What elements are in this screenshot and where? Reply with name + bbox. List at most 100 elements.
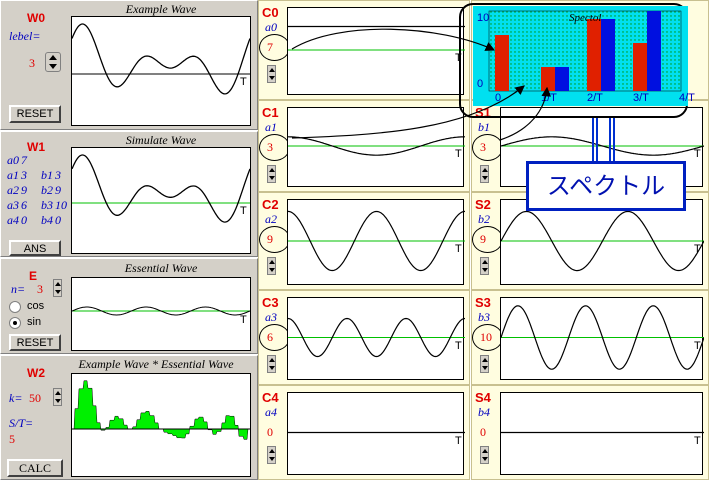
c1-panel: C1 a1 3 T — [258, 100, 470, 192]
coeff-a-label: a3 — [7, 198, 19, 212]
spectrum-bar-b — [647, 11, 661, 91]
component-plot: T — [287, 199, 465, 285]
plot-t-label: T — [455, 339, 462, 352]
c3-panel: C3 a3 6 T — [258, 290, 470, 385]
s4-panel: S4 b4 0 T — [471, 385, 709, 480]
component-spinner[interactable] — [267, 65, 276, 83]
spectrum-x-tick: 2/T — [587, 92, 603, 104]
e-t-label: T — [240, 314, 247, 326]
sin-radio[interactable] — [9, 317, 21, 329]
component-sub: b4 — [478, 405, 490, 419]
w2-calc-label: CALC — [18, 461, 51, 475]
w1-coeff-list: a0 7 a1 3 b1 3 a2 9 b2 9 a3 6 b3 10 a4 0 b4 0 — [7, 154, 69, 240]
component-title: C2 — [262, 197, 279, 212]
component-sub: b1 — [478, 120, 490, 134]
w2-k-spinner[interactable] — [53, 388, 62, 406]
component-sub: a0 — [265, 20, 277, 34]
sin-label: sin — [27, 316, 42, 328]
component-title: S4 — [475, 390, 491, 405]
spin-down-icon — [49, 64, 57, 69]
e-n-label: n= — [11, 282, 26, 296]
w1-t-label: T — [240, 205, 247, 217]
w2-panel: W2 k= 50 S/T= 5 CALC Example Wave * Esse… — [0, 355, 258, 480]
e-plot: T — [71, 277, 251, 351]
coeff-a-label: a4 — [7, 213, 19, 227]
component-sub: b3 — [478, 310, 490, 324]
cos-label: cos — [27, 300, 45, 312]
coeff-a-value: 7 — [21, 153, 27, 167]
value-highlight-oval — [472, 226, 503, 253]
component-title: C3 — [262, 295, 279, 310]
spectrum-plot: 0 10 0 1/T 2/T 3/T 4/T Spectol — [473, 6, 695, 106]
coeff-b-label: b4 — [41, 213, 53, 227]
component-spinner[interactable] — [267, 446, 276, 464]
value-highlight-oval — [259, 134, 290, 161]
plot-t-label: T — [455, 243, 462, 255]
w0-level-spinner[interactable] — [45, 52, 61, 72]
component-sub: a1 — [265, 120, 277, 134]
w2-st-value: 5 — [9, 432, 15, 446]
value-highlight-oval — [472, 134, 503, 161]
w1-title: W1 — [27, 140, 45, 154]
w2-st-label: S/T= — [9, 416, 34, 430]
w0-panel: W0 lebel= 3 RESET Example Wave T — [0, 0, 258, 130]
component-plot: T — [287, 7, 465, 95]
component-value: 0 — [267, 425, 273, 439]
plot-t-label: T — [694, 243, 701, 255]
coeff-b-label: b3 — [41, 198, 53, 212]
e-reset-button[interactable]: RESET — [9, 334, 61, 351]
plot-t-label: T — [694, 148, 701, 160]
spectrum-bar-a — [587, 19, 601, 91]
component-plot: T — [287, 107, 465, 187]
coeff-a-value: 6 — [21, 198, 27, 212]
spectrum-bar-a — [541, 67, 555, 91]
coeff-a-label: a2 — [7, 183, 19, 197]
plot-t-label: T — [694, 434, 701, 447]
component-plot: T — [500, 392, 704, 475]
component-spinner[interactable] — [480, 165, 489, 183]
spectrum-bar-a — [495, 35, 509, 91]
s3-panel: S3 b3 10 T — [471, 290, 709, 385]
spectrum-x-tick: 4/T — [679, 92, 695, 104]
w1-plot-title: Simulate Wave — [125, 133, 197, 147]
c4-panel: C4 a4 0 T — [258, 385, 470, 480]
component-plot: T — [500, 199, 704, 285]
component-sub: a3 — [265, 310, 277, 324]
component-spinner[interactable] — [267, 355, 276, 373]
spectrum-x-tick: 0 — [495, 92, 502, 104]
value-highlight-oval — [472, 324, 503, 351]
e-n-spinner[interactable] — [53, 279, 62, 297]
spectrum-y-tick: 10 — [477, 12, 490, 24]
spectrum-bar-a — [633, 43, 647, 91]
w1-ans-button[interactable]: ANS — [9, 240, 61, 256]
w1-plot: T — [71, 147, 251, 254]
component-title: S2 — [475, 197, 491, 212]
spectrum-x-tick: 1/T — [541, 92, 557, 104]
spectrum-bar-b — [555, 67, 569, 91]
coeff-b-label: b2 — [41, 183, 53, 197]
w0-title: W0 — [27, 11, 45, 25]
e-panel: E n= 3 cos sin RESET Essential Wave T — [0, 258, 258, 354]
component-spinner[interactable] — [267, 165, 276, 183]
component-spinner[interactable] — [267, 257, 276, 275]
w1-panel: W1 a0 7 a1 3 b1 3 a2 9 b2 9 a3 6 b3 10 a4 0 b4 0 ANS Simu… — [0, 131, 258, 257]
w0-reset-button[interactable]: RESET — [9, 105, 61, 123]
component-title: C4 — [262, 390, 279, 405]
component-plot: T — [287, 392, 465, 475]
spectrum-pointer-bar-2 — [609, 118, 615, 163]
w0-plot: T — [71, 16, 251, 126]
component-title: C0 — [262, 5, 279, 20]
cos-radio[interactable] — [9, 301, 21, 313]
e-n-value: 3 — [37, 282, 43, 296]
spectrum-pointer-bar-1 — [592, 118, 598, 163]
w2-calc-button[interactable]: CALC — [7, 459, 63, 477]
component-spinner[interactable] — [480, 355, 489, 373]
e-plot-title: Essential Wave — [124, 261, 198, 275]
component-spinner[interactable] — [480, 257, 489, 275]
component-spinner[interactable] — [480, 446, 489, 464]
value-highlight-oval — [259, 226, 290, 253]
coeff-b-value: 10 — [55, 198, 67, 212]
component-plot: T — [287, 297, 465, 380]
plot-t-label: T — [455, 148, 462, 160]
spin-up-icon — [49, 55, 57, 60]
